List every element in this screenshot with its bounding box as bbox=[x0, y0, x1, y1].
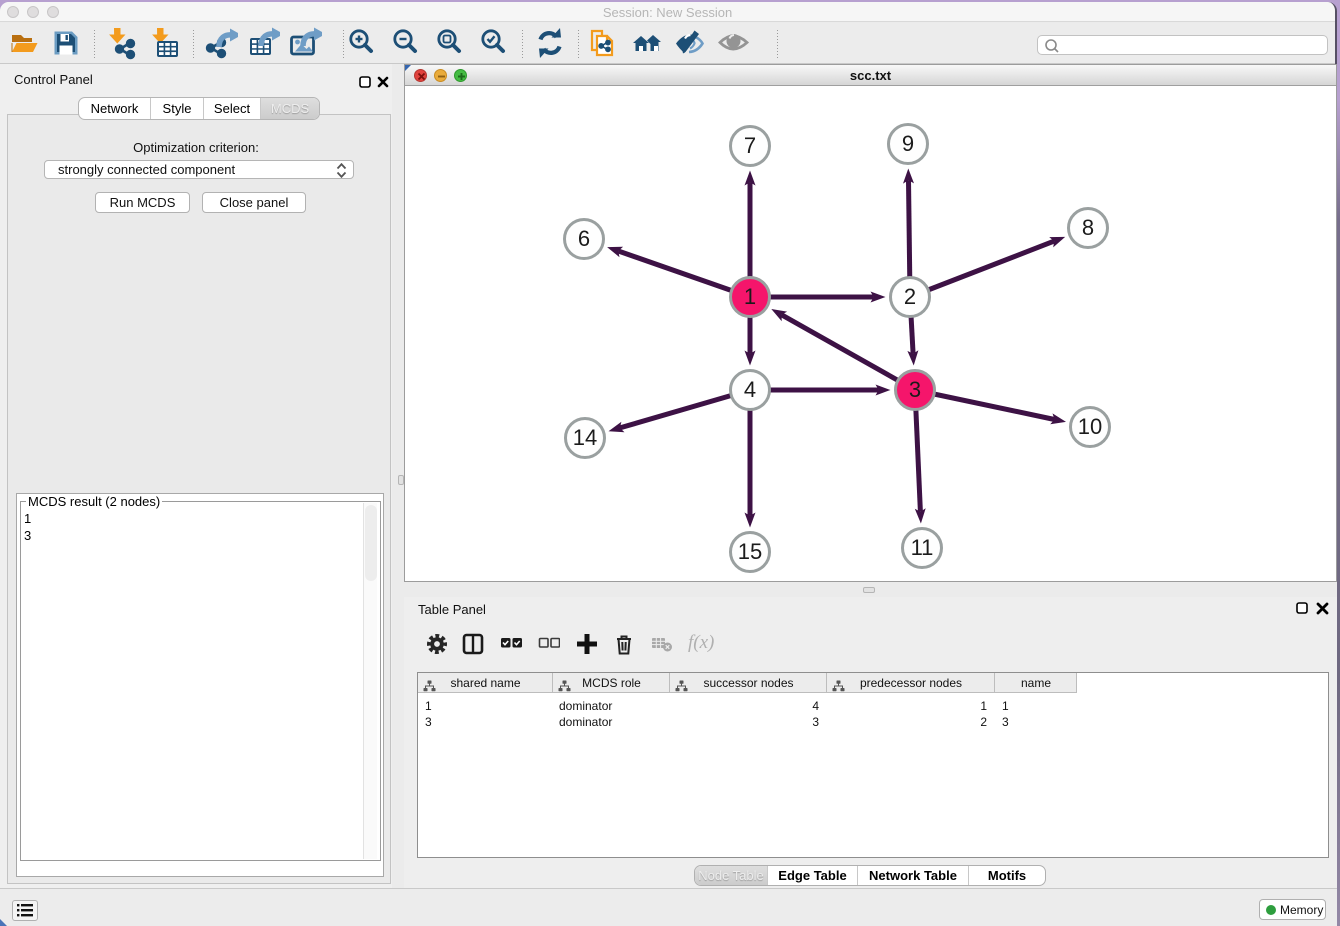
svg-text:14: 14 bbox=[573, 425, 597, 450]
svg-text:10: 10 bbox=[1078, 414, 1102, 439]
svg-text:4: 4 bbox=[744, 377, 756, 402]
svg-text:2: 2 bbox=[904, 284, 916, 309]
svg-text:7: 7 bbox=[744, 133, 756, 158]
svg-text:11: 11 bbox=[911, 535, 934, 560]
svg-text:8: 8 bbox=[1082, 215, 1094, 240]
svg-text:6: 6 bbox=[578, 226, 590, 251]
svg-text:9: 9 bbox=[902, 131, 914, 156]
svg-text:1: 1 bbox=[744, 284, 756, 309]
svg-text:15: 15 bbox=[738, 539, 762, 564]
svg-text:3: 3 bbox=[909, 377, 921, 402]
